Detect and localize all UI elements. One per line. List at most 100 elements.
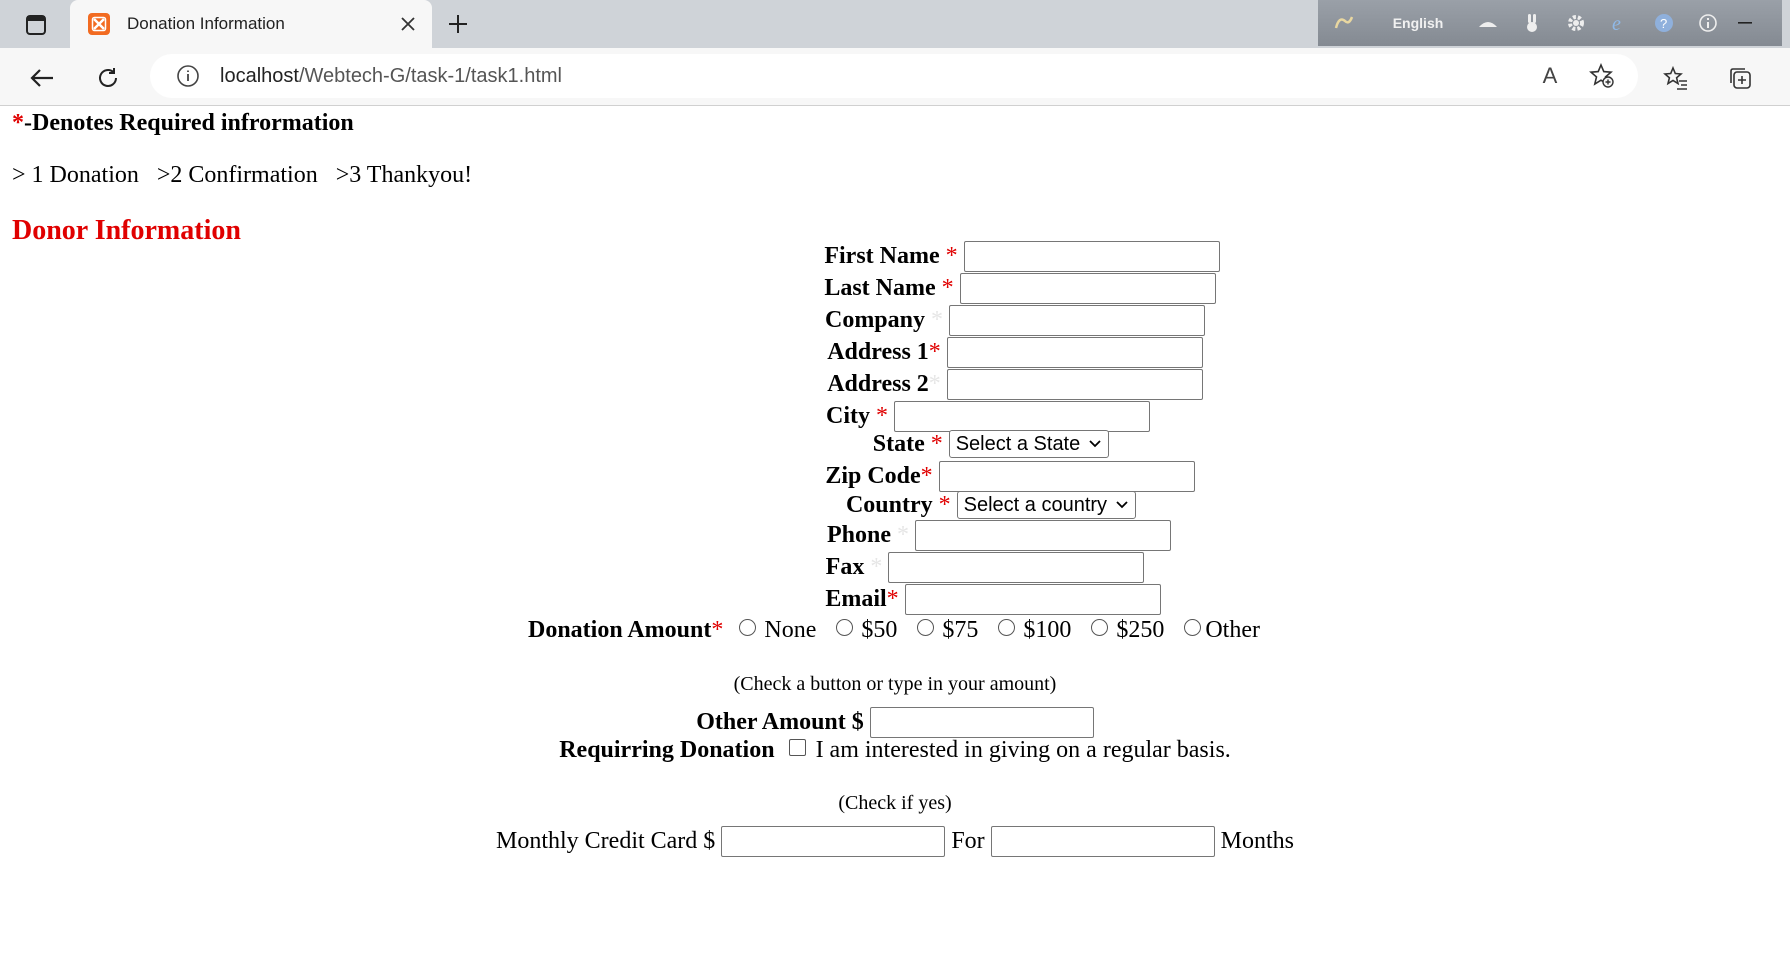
other-amount-input[interactable]: [869, 707, 1094, 738]
first-name-input[interactable]: [963, 241, 1220, 272]
donation-radio-75[interactable]: [917, 619, 935, 636]
state-select[interactable]: Select a State: [948, 430, 1110, 458]
donation-radio-other[interactable]: [1184, 619, 1202, 636]
donation-option-label: $75: [942, 617, 979, 643]
optional-star: *: [928, 371, 941, 397]
monthly-credit-input[interactable]: [721, 826, 946, 857]
required-note-text: -Denotes Required infrormation: [24, 110, 354, 136]
chevron-down-icon: [1088, 437, 1102, 451]
required-star: *: [945, 243, 958, 269]
recurring-donation-text: I am interested in giving on a regular b…: [815, 737, 1231, 763]
donation-radio-none[interactable]: [739, 619, 757, 636]
add-favorite-button[interactable]: [1582, 56, 1622, 96]
refresh-icon: [99, 68, 117, 87]
state-select-value: Select a State: [955, 432, 1081, 455]
months-label: Months: [1220, 828, 1295, 854]
plus-icon: [449, 15, 467, 33]
collections-button[interactable]: [1720, 58, 1760, 98]
address1-label: Address 1: [827, 339, 929, 365]
email-input[interactable]: [904, 584, 1161, 615]
other-amount-row: Other Amount $: [0, 707, 1790, 738]
country-select-value: Select a country: [963, 493, 1108, 516]
xampp-favicon-icon: [88, 13, 110, 35]
for-label: For: [951, 828, 985, 854]
ime-help-icon[interactable]: ?: [1642, 0, 1686, 46]
fax-input[interactable]: [888, 552, 1145, 583]
read-aloud-button[interactable]: A: [1530, 56, 1570, 96]
recurring-donation-checkbox[interactable]: [788, 739, 806, 756]
ime-minimize-icon[interactable]: [1730, 0, 1760, 46]
tab-close-button[interactable]: [390, 6, 426, 42]
last-name-label: Last Name: [824, 275, 942, 301]
ime-logo-icon[interactable]: [1318, 0, 1370, 46]
email-label: Email: [825, 586, 887, 612]
back-button[interactable]: [22, 58, 62, 98]
svg-text:e: e: [1612, 13, 1621, 34]
optional-star: *: [870, 554, 883, 580]
first-name-label: First Name: [824, 243, 946, 269]
donation-option-label: $50: [861, 617, 898, 643]
address1-input[interactable]: [946, 337, 1203, 368]
phone-input[interactable]: [915, 520, 1171, 551]
ime-rabbit-icon[interactable]: [1510, 0, 1554, 46]
optional-star: *: [931, 307, 944, 333]
address2-row: Address 2 *: [120, 369, 1790, 400]
required-star: *: [930, 430, 943, 457]
optional-star: *: [897, 522, 909, 548]
svg-text:?: ?: [1660, 16, 1667, 31]
progress-steps: > 1 Donation >2 Confirmation >3 Thankyou…: [12, 162, 473, 188]
refresh-button[interactable]: [88, 58, 128, 98]
ime-settings-icon[interactable]: [1554, 0, 1598, 46]
recurring-note: (Check if yes): [838, 792, 952, 814]
required-star: *: [886, 586, 899, 612]
new-tab-button[interactable]: [440, 6, 476, 42]
required-star: *: [938, 491, 951, 518]
required-star: *: [941, 275, 954, 301]
recurring-donation-label: Requirring Donation: [559, 737, 775, 763]
chevron-down-icon: [1115, 498, 1129, 512]
address-bar[interactable]: localhost/Webtech-G/task-1/task1.html: [150, 54, 1638, 98]
star-plus-icon: [1589, 63, 1614, 88]
company-label: Company: [824, 307, 932, 333]
state-row: State * Select a State: [96, 430, 1790, 458]
ime-keyboard-icon[interactable]: [1466, 0, 1510, 46]
browser-toolbar: localhost/Webtech-G/task-1/task1.html A: [0, 48, 1790, 106]
ime-language[interactable]: English: [1370, 0, 1466, 46]
last-name-input[interactable]: [959, 273, 1216, 304]
months-input[interactable]: [990, 826, 1215, 857]
monthly-credit-row: Monthly Credit Card $ For Months: [0, 826, 1790, 857]
ime-info-icon[interactable]: [1686, 0, 1730, 46]
favorites-button[interactable]: [1656, 58, 1696, 98]
city-label: City: [826, 403, 876, 429]
browser-tab[interactable]: Donation Information: [70, 0, 432, 48]
donation-amount-label: Donation Amount: [527, 617, 712, 643]
donation-radio-50[interactable]: [836, 619, 854, 636]
url-path: /Webtech-G/task-1/task1.html: [298, 64, 562, 87]
donation-radio-250[interactable]: [1091, 619, 1109, 636]
donation-note: (Check a button or type in your amount): [733, 673, 1057, 695]
site-info-icon[interactable]: [174, 62, 202, 90]
phone-row: Phone *: [104, 520, 1790, 551]
donation-radio-100[interactable]: [998, 619, 1016, 636]
other-amount-label: Other Amount $: [696, 709, 864, 735]
ime-ie-icon[interactable]: e: [1598, 0, 1642, 46]
country-label: Country: [845, 491, 939, 518]
collections-icon: [1730, 68, 1751, 89]
address1-row: Address 1 *: [120, 337, 1790, 368]
fax-row: Fax *: [90, 552, 1790, 583]
required-star: *: [12, 110, 24, 136]
favorites-icon: [1663, 65, 1687, 90]
tab-actions-button[interactable]: [12, 10, 60, 40]
country-select[interactable]: Select a country: [956, 491, 1137, 519]
required-note: *-Denotes Required infrormation: [12, 107, 354, 139]
monthly-credit-label: Monthly Credit Card $: [495, 828, 716, 854]
first-name-row: First Name *: [127, 241, 1790, 272]
company-row: Company *: [120, 305, 1790, 336]
address2-input[interactable]: [946, 369, 1203, 400]
city-input[interactable]: [894, 401, 1150, 432]
address2-label: Address 2: [827, 371, 929, 397]
url-text[interactable]: localhost/Webtech-G/task-1/task1.html: [220, 65, 562, 88]
company-input[interactable]: [949, 305, 1206, 336]
tab-actions-icon: [26, 15, 46, 35]
zip-input[interactable]: [938, 461, 1195, 492]
